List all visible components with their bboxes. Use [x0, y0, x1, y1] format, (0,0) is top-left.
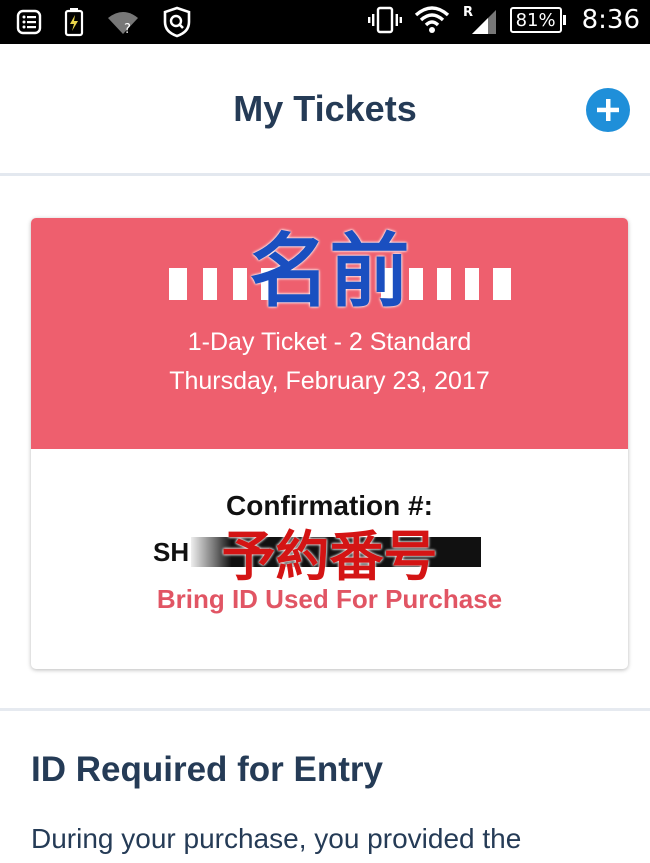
wifi-icon: [414, 5, 450, 35]
signal-roaming-badge: R: [463, 5, 473, 20]
svg-text:?: ?: [124, 22, 131, 36]
guest-name-overlay: 名前: [249, 225, 410, 318]
ticket-card-header: 名前 1-Day Ticket - 2 Standard Thursday, F…: [31, 218, 628, 449]
notes-icon: [16, 9, 42, 35]
vibrate-icon: [367, 6, 402, 34]
battery-percent: 81%: [515, 9, 556, 31]
signal-icon: R: [462, 4, 498, 36]
ticket-card[interactable]: 名前 1-Day Ticket - 2 Standard Thursday, F…: [31, 218, 628, 669]
security-shield-icon: [162, 6, 192, 38]
wifi-unknown-icon: ?: [106, 8, 140, 36]
plus-circle-icon: [597, 99, 619, 121]
status-bar: ? R 81% 8:36: [0, 0, 650, 44]
clock: 8:36: [581, 5, 640, 35]
page-title: My Tickets: [233, 88, 417, 129]
bring-id-notice: Bring ID Used For Purchase: [156, 584, 503, 614]
confirmation-overlay: 予約番号: [221, 525, 438, 588]
app-header: My Tickets: [0, 44, 650, 176]
id-required-body: During your purchase, you provided the: [31, 823, 522, 854]
battery-saver-icon: [64, 7, 84, 37]
battery-indicator: 81%: [509, 7, 566, 33]
id-required-heading: ID Required for Entry: [31, 750, 383, 789]
ticket-type: 1-Day Ticket - 2 Standard: [187, 328, 472, 356]
section-divider: [0, 708, 650, 711]
add-ticket-button[interactable]: [586, 88, 630, 132]
ticket-date: Thursday, February 23, 2017: [169, 367, 490, 395]
